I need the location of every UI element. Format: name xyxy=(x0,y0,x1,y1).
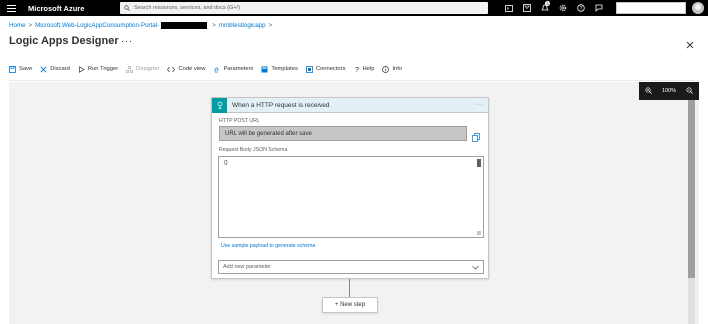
info-icon xyxy=(382,65,390,73)
search-icon xyxy=(124,5,130,11)
code-view-label: Code view xyxy=(178,66,206,72)
designer-label: Designer xyxy=(136,66,160,72)
discard-label: Discard xyxy=(50,66,70,72)
designer-icon xyxy=(126,65,133,73)
card-more-icon[interactable]: ··· xyxy=(475,101,484,108)
discard-icon xyxy=(40,65,47,73)
global-search-input[interactable]: Search resources, services, and docs (G+… xyxy=(120,2,488,14)
settings-gear-icon[interactable] xyxy=(554,0,572,16)
breadcrumb-separator-icon: > xyxy=(268,22,273,29)
schema-scrollbar-thumb[interactable] xyxy=(477,159,481,167)
http-trigger-card: When a HTTP request is received ··· HTTP… xyxy=(211,97,489,279)
brand-label[interactable]: Microsoft Azure xyxy=(28,4,84,13)
run-trigger-button[interactable]: Run Trigger xyxy=(78,65,119,73)
copy-url-icon[interactable] xyxy=(472,129,480,147)
notifications-bell-icon[interactable]: 3 xyxy=(536,0,554,16)
designer-toolbar: Save Discard Run Trigger Designer Code v… xyxy=(9,63,410,75)
zoom-level: 100% xyxy=(661,88,677,94)
code-view-button[interactable]: Code view xyxy=(167,66,205,73)
code-icon xyxy=(167,66,176,72)
zoom-out-icon[interactable] xyxy=(686,86,693,96)
connectors-icon xyxy=(305,65,313,73)
play-icon xyxy=(79,65,85,73)
breadcrumb-home-link[interactable]: Home xyxy=(9,22,26,29)
close-icon[interactable] xyxy=(686,36,696,49)
generate-schema-link[interactable]: Use sample payload to generate schema xyxy=(221,243,315,249)
canvas-scrollbar-thumb[interactable] xyxy=(688,100,695,278)
breadcrumb-separator-icon: > xyxy=(28,22,33,29)
directory-filter-icon[interactable] xyxy=(518,0,536,16)
step-connector-line xyxy=(349,279,350,297)
discard-button[interactable]: Discard xyxy=(40,65,70,73)
trigger-card-header[interactable]: When a HTTP request is received ··· xyxy=(212,97,488,113)
templates-button[interactable]: Templates xyxy=(261,66,298,73)
hamburger-menu-icon[interactable] xyxy=(0,0,22,16)
cloud-shell-icon[interactable] xyxy=(500,0,518,16)
svg-text:@: @ xyxy=(215,67,219,73)
schema-text: {} xyxy=(224,160,228,166)
connectors-label: Connectors xyxy=(315,66,346,72)
http-request-icon xyxy=(212,97,227,113)
breadcrumb: Home > Microsoft.Web-LogicAppConsumption… xyxy=(9,22,275,29)
search-placeholder: Search resources, services, and docs (G+… xyxy=(134,5,240,11)
help-button[interactable]: ? Help xyxy=(354,66,375,73)
parameters-button[interactable]: @ Parameters xyxy=(213,66,253,73)
help-label: Help xyxy=(362,66,375,72)
notification-badge: 3 xyxy=(545,1,550,6)
designer-button[interactable]: Designer xyxy=(126,65,160,73)
toolbar-divider xyxy=(9,80,699,81)
http-post-url-field: URL will be generated after save xyxy=(219,126,467,141)
schema-scrollbar-end[interactable] xyxy=(477,231,481,235)
avatar[interactable] xyxy=(692,2,704,14)
info-label: Info xyxy=(392,66,403,72)
trigger-card-title: When a HTTP request is received xyxy=(232,101,330,109)
templates-icon xyxy=(261,66,268,72)
svg-text:?: ? xyxy=(580,6,583,12)
add-parameter-dropdown[interactable]: Add new parameter xyxy=(218,260,484,274)
info-button[interactable]: Info xyxy=(382,65,403,73)
breadcrumb-app-link[interactable]: mmbtestlogicapp xyxy=(219,22,266,29)
help-question-icon[interactable]: ? xyxy=(572,0,590,16)
save-button[interactable]: Save xyxy=(9,65,33,73)
connectors-button[interactable]: Connectors xyxy=(305,65,346,73)
templates-label: Templates xyxy=(271,66,298,72)
parameters-icon: @ xyxy=(215,67,219,73)
feedback-icon[interactable] xyxy=(590,0,608,16)
add-parameter-placeholder: Add new parameter xyxy=(223,264,271,270)
zoom-in-icon[interactable] xyxy=(645,86,652,96)
zoom-control: 100% xyxy=(639,82,699,100)
url-label: HTTP POST URL xyxy=(219,118,260,124)
new-step-button[interactable]: + New step xyxy=(322,297,378,313)
redacted-block xyxy=(161,22,208,29)
request-body-schema-editor[interactable]: {} xyxy=(218,156,484,238)
account-name-redacted[interactable] xyxy=(616,2,686,14)
help-icon: ? xyxy=(355,67,359,73)
more-options-icon[interactable]: ··· xyxy=(121,36,133,46)
chevron-down-icon xyxy=(472,265,479,270)
schema-label: Request Body JSON Schema xyxy=(219,147,288,153)
breadcrumb-separator-icon: > xyxy=(212,22,216,29)
page-title: Logic Apps Designer xyxy=(9,35,119,47)
save-icon xyxy=(9,65,16,73)
parameters-label: Parameters xyxy=(223,66,254,72)
save-label: Save xyxy=(19,66,33,72)
svg-text:?: ? xyxy=(355,67,359,73)
run-trigger-label: Run Trigger xyxy=(87,66,119,72)
breadcrumb-resource-group-link[interactable]: Microsoft.Web-LogicAppConsumption-Portal… xyxy=(35,22,159,29)
